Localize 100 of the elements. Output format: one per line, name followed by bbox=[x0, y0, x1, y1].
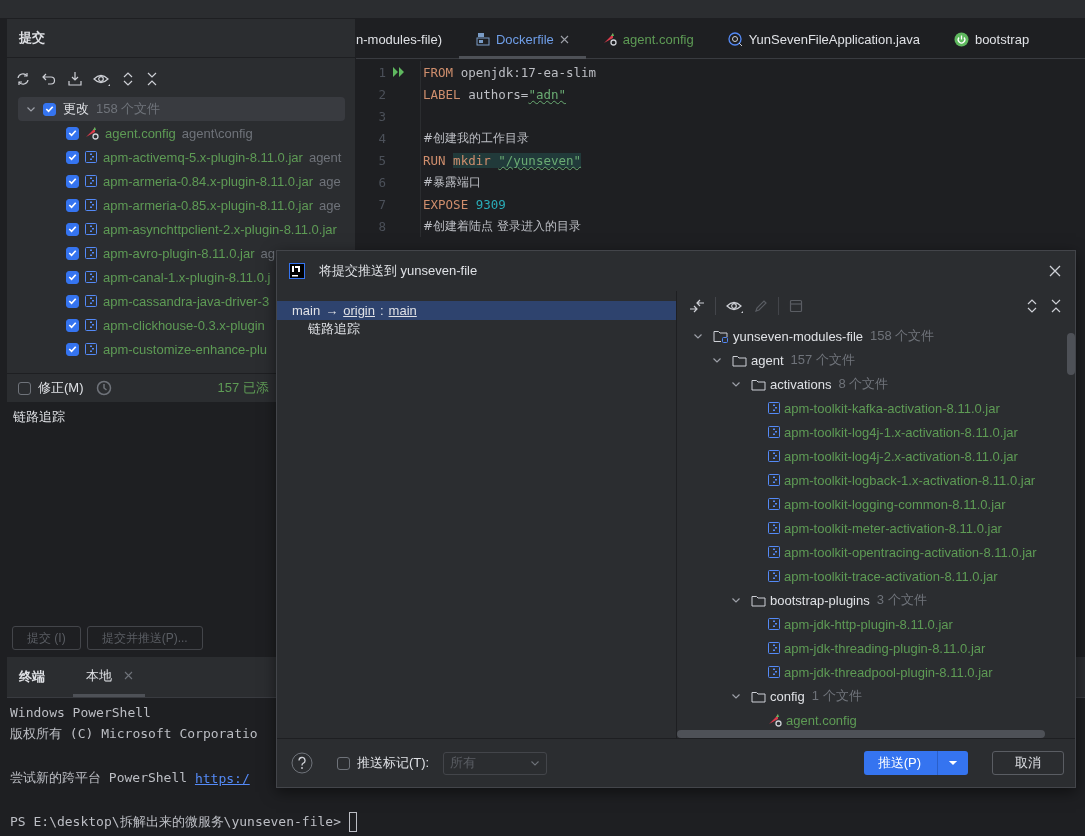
run-icon[interactable] bbox=[392, 66, 406, 78]
file-path: ag bbox=[260, 245, 275, 261]
chevron-down-icon[interactable] bbox=[712, 355, 722, 365]
file-name[interactable]: apm-activemq-5.x-plugin-8.11.0.jar bbox=[103, 149, 303, 165]
checkbox[interactable] bbox=[66, 270, 79, 284]
chevron-down-icon[interactable] bbox=[26, 104, 36, 114]
file-name[interactable]: apm-asynchttpclient-2.x-plugin-8.11.0.jar bbox=[103, 221, 337, 237]
file-name[interactable]: apm-toolkit-meter-activation-8.11.0.jar bbox=[784, 520, 1002, 536]
chevron-down-icon[interactable] bbox=[731, 691, 741, 701]
help-icon[interactable] bbox=[291, 752, 313, 774]
checkbox-label: 推送标记(T): bbox=[357, 754, 430, 772]
checkbox[interactable] bbox=[337, 756, 350, 770]
file-name[interactable]: apm-toolkit-kafka-activation-8.11.0.jar bbox=[784, 400, 1000, 416]
link[interactable]: origin bbox=[343, 303, 375, 318]
chevron-down-icon[interactable] bbox=[731, 595, 741, 605]
panel-title: 终端 bbox=[18, 668, 46, 686]
editor-tab[interactable]: YunSevenFileApplication.java bbox=[710, 19, 937, 59]
expand-all-icon[interactable] bbox=[121, 71, 135, 87]
code-line: #创建我的工作目录 bbox=[422, 129, 530, 147]
file-name[interactable]: apm-toolkit-log4j-2.x-activation-8.11.0.jar bbox=[784, 448, 1018, 464]
jar-file-icon bbox=[85, 175, 97, 187]
folder-name[interactable]: agent bbox=[751, 352, 784, 368]
checkbox[interactable] bbox=[66, 318, 79, 332]
close-icon[interactable] bbox=[559, 34, 569, 44]
checkbox[interactable] bbox=[66, 342, 79, 356]
undo-icon[interactable] bbox=[41, 71, 57, 87]
module-folder-icon bbox=[713, 329, 729, 343]
expand-all-icon[interactable] bbox=[1025, 298, 1039, 314]
link[interactable]: main bbox=[388, 303, 417, 318]
editor-tab[interactable]: Dockerfile bbox=[459, 19, 586, 59]
file-name[interactable]: apm-toolkit-log4j-1.x-activation-8.11.0.jar bbox=[784, 424, 1018, 440]
jar-file-icon bbox=[85, 223, 97, 235]
editor-tab[interactable]: bootstrap bbox=[936, 19, 1047, 59]
refresh-icon[interactable] bbox=[15, 71, 31, 87]
jar-file-icon bbox=[768, 498, 780, 510]
jar-file-icon bbox=[768, 474, 780, 486]
file-count: 8 个文件 bbox=[838, 375, 889, 393]
file-name[interactable]: apm-jdk-threadpool-plugin-8.11.0.jar bbox=[784, 664, 993, 680]
download-icon[interactable] bbox=[67, 71, 83, 87]
scrollbar[interactable] bbox=[677, 730, 1045, 738]
file-name[interactable]: agent.config bbox=[105, 125, 176, 141]
link[interactable]: https:/ bbox=[194, 770, 250, 786]
editor-tab[interactable]: n-modules-file) bbox=[356, 19, 459, 59]
file-name[interactable]: apm-jdk-threading-plugin-8.11.0.jar bbox=[784, 640, 986, 656]
checkbox[interactable] bbox=[43, 102, 56, 116]
arrows-icon[interactable] bbox=[689, 298, 705, 314]
checkbox[interactable] bbox=[66, 150, 79, 164]
collapse-all-icon[interactable] bbox=[145, 71, 159, 87]
file-name[interactable]: apm-avro-plugin-8.11.0.jar bbox=[103, 245, 255, 261]
folder-name[interactable]: activations bbox=[770, 376, 832, 392]
folder-name[interactable]: yunseven-modules-file bbox=[733, 328, 864, 344]
checkbox[interactable] bbox=[66, 222, 79, 236]
editor-tab[interactable]: agent.config bbox=[585, 19, 711, 59]
checkbox[interactable] bbox=[66, 174, 79, 188]
cancel-button[interactable]: 取消 bbox=[992, 751, 1064, 775]
code-line: RUN mkdir "/yunseven" bbox=[422, 152, 582, 168]
file-name[interactable]: agent.config bbox=[786, 712, 857, 728]
code-line: LABEL authors="adn" bbox=[422, 86, 566, 102]
file-name[interactable]: apm-armeria-0.84.x-plugin-8.11.0.jar bbox=[103, 173, 314, 189]
file-name[interactable]: apm-toolkit-logback-1.x-activation-8.11.0.jar bbox=[784, 472, 1036, 488]
checkbox[interactable] bbox=[18, 381, 31, 395]
jar-file-icon bbox=[768, 402, 780, 414]
file-path: age bbox=[319, 197, 341, 213]
added-count: 157 已添 bbox=[217, 379, 269, 397]
checkbox[interactable] bbox=[66, 198, 79, 212]
file-name[interactable]: apm-jdk-http-plugin-8.11.0.jar bbox=[784, 616, 953, 632]
checkbox[interactable] bbox=[66, 246, 79, 260]
file-name[interactable]: apm-cassandra-java-driver-3 bbox=[103, 293, 270, 309]
terminal-text: Windows PowerShell bbox=[10, 704, 151, 720]
file-name[interactable]: apm-toolkit-trace-activation-8.11.0.jar bbox=[784, 568, 998, 584]
scrollbar[interactable] bbox=[1067, 333, 1075, 375]
file-name[interactable]: apm-customize-enhance-plu bbox=[103, 341, 268, 357]
folder-icon bbox=[751, 593, 766, 607]
group-label: 更改 bbox=[63, 100, 89, 118]
file-count: 158 个文件 bbox=[96, 100, 161, 118]
chevron-down-icon[interactable] bbox=[693, 331, 703, 341]
jar-file-icon bbox=[768, 642, 780, 654]
push-branch-row[interactable]: main → origin : main bbox=[277, 301, 676, 320]
file-name[interactable]: apm-clickhouse-0.3.x-plugin bbox=[103, 317, 265, 333]
checkbox[interactable] bbox=[66, 126, 79, 140]
code-line: EXPOSE 9309 bbox=[422, 196, 506, 212]
tree-group-row[interactable]: 更改 158 个文件 bbox=[18, 97, 345, 121]
jar-file-icon bbox=[768, 666, 780, 678]
separator-symbol: : bbox=[380, 303, 384, 318]
file-name[interactable]: apm-canal-1.x-plugin-8.11.0.j bbox=[103, 269, 271, 285]
jar-file-icon bbox=[85, 271, 97, 283]
chevron-down-icon[interactable] bbox=[731, 379, 741, 389]
folder-name[interactable]: bootstrap-plugins bbox=[770, 592, 870, 608]
checkbox-label: 修正(M) bbox=[38, 379, 84, 397]
clock-icon[interactable] bbox=[95, 380, 112, 396]
collapse-all-icon[interactable] bbox=[1049, 298, 1063, 314]
folder-name[interactable]: config bbox=[770, 688, 805, 704]
file-name[interactable]: apm-armeria-0.85.x-plugin-8.11.0.jar bbox=[103, 197, 314, 213]
file-name[interactable]: apm-toolkit-logging-common-8.11.0.jar bbox=[784, 496, 1006, 512]
panel-title: 提交 bbox=[19, 29, 45, 47]
power-icon bbox=[953, 31, 969, 47]
file-name[interactable]: apm-toolkit-opentracing-activation-8.11.0.jar bbox=[784, 544, 1037, 560]
commit-message[interactable]: 链路追踪 bbox=[308, 320, 360, 338]
terminal-tab[interactable]: 本地 bbox=[73, 657, 145, 697]
checkbox[interactable] bbox=[66, 294, 79, 308]
